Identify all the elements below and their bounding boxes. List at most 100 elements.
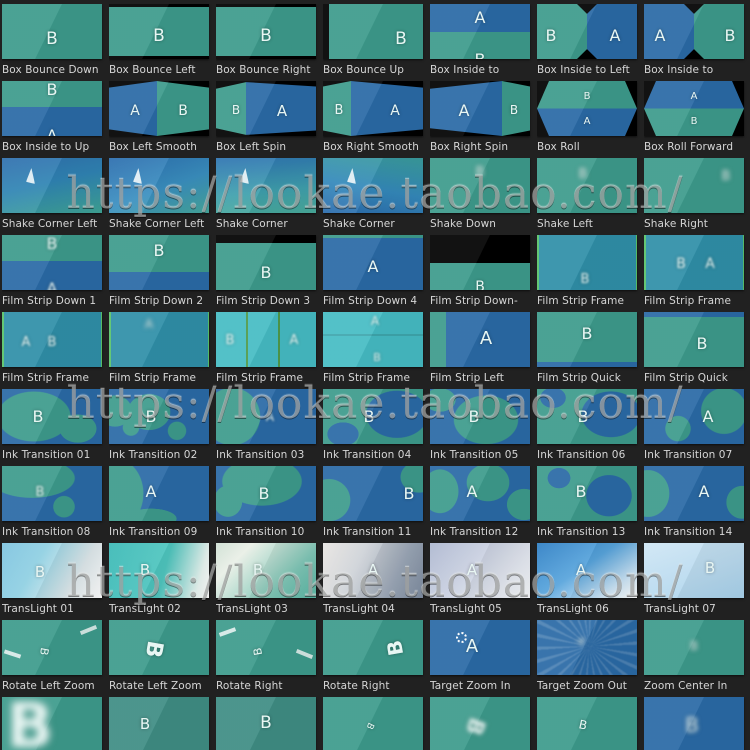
preset-thumbnail[interactable]: A — [644, 466, 744, 521]
preset-thumbnail[interactable]: A — [430, 620, 530, 675]
preset-cell[interactable]: B — [323, 697, 430, 750]
preset-cell[interactable]: B Ink Transition 10 — [216, 466, 323, 538]
preset-cell[interactable]: A Ink Transition 12 — [430, 466, 537, 538]
preset-cell[interactable]: B Ink Transition 11 — [323, 466, 430, 538]
preset-thumbnail[interactable] — [216, 158, 316, 213]
preset-cell[interactable]: B Film Strip Frame — [537, 235, 644, 307]
preset-thumbnail[interactable]: A — [644, 389, 744, 444]
preset-thumbnail[interactable]: B — [537, 389, 637, 444]
preset-cell[interactable]: A Target Zoom Out — [537, 620, 644, 692]
preset-cell[interactable]: B Shake Left — [537, 158, 644, 230]
preset-cell[interactable]: B TransLight 07 — [644, 543, 750, 615]
preset-thumbnail[interactable]: AB — [430, 4, 530, 59]
preset-thumbnail[interactable]: AB — [644, 4, 744, 59]
preset-thumbnail[interactable]: A — [109, 466, 209, 521]
preset-cell[interactable]: Shake Corner Left — [109, 158, 216, 230]
preset-cell[interactable]: ABBox Inside to — [644, 4, 750, 76]
preset-cell[interactable]: B A Box Roll — [537, 81, 644, 153]
preset-thumbnail[interactable]: A — [323, 543, 423, 598]
preset-cell[interactable]: A Film Strip Down 4 — [323, 235, 430, 307]
preset-cell[interactable]: B Shake Right — [644, 158, 750, 230]
preset-thumbnail[interactable]: BA — [323, 81, 423, 136]
preset-thumbnail[interactable]: A — [537, 543, 637, 598]
preset-cell[interactable]: B Box Bounce Down — [2, 4, 109, 76]
preset-thumbnail[interactable]: B — [430, 697, 530, 750]
preset-thumbnail[interactable]: B — [216, 697, 316, 750]
preset-thumbnail[interactable]: B — [2, 389, 102, 444]
preset-cell[interactable]: A TransLight 04 — [323, 543, 430, 615]
preset-cell[interactable]: B TransLight 03 — [216, 543, 323, 615]
preset-thumbnail[interactable]: BA — [537, 81, 637, 136]
preset-thumbnail[interactable]: BA — [644, 235, 744, 290]
preset-thumbnail[interactable]: B — [323, 466, 423, 521]
preset-cell[interactable]: A Ink Transition 14 — [644, 466, 750, 538]
preset-cell[interactable]: B Ink Transition 01 — [2, 389, 109, 461]
preset-thumbnail[interactable]: BA — [216, 81, 316, 136]
preset-cell[interactable]: A B Box Left Smooth — [109, 81, 216, 153]
preset-thumbnail[interactable]: B — [216, 235, 316, 290]
preset-thumbnail[interactable]: B — [430, 235, 530, 290]
preset-cell[interactable]: B Film Strip Quick — [537, 312, 644, 384]
preset-thumbnail[interactable]: B — [216, 466, 316, 521]
preset-cell[interactable]: B — [537, 697, 644, 750]
preset-cell[interactable]: B A Box Left Spin — [216, 81, 323, 153]
preset-thumbnail[interactable]: B — [109, 4, 209, 59]
preset-cell[interactable]: A B Box Right Spin — [430, 81, 537, 153]
preset-cell[interactable]: Shake Corner Left — [2, 158, 109, 230]
preset-thumbnail[interactable]: B — [109, 235, 209, 290]
preset-cell[interactable]: B — [644, 697, 750, 750]
preset-thumbnail[interactable]: B — [323, 697, 423, 750]
preset-cell[interactable]: B Box Bounce Right — [216, 4, 323, 76]
preset-cell[interactable]: B A Film Strip Frame — [644, 235, 750, 307]
preset-cell[interactable]: Shake Corner — [323, 158, 430, 230]
preset-thumbnail[interactable]: B — [537, 158, 637, 213]
preset-thumbnail[interactable]: B — [2, 466, 102, 521]
preset-cell[interactable]: B Film Strip Down 2 — [109, 235, 216, 307]
preset-cell[interactable]: B A Box Inside to Left — [537, 4, 644, 76]
preset-thumbnail[interactable]: B — [323, 620, 423, 675]
preset-cell[interactable]: B — [2, 697, 109, 750]
preset-cell[interactable]: B Ink Transition 05 — [430, 389, 537, 461]
preset-cell[interactable]: A Film Strip Frame — [109, 312, 216, 384]
preset-cell[interactable]: ABBox Inside to — [430, 4, 537, 76]
preset-thumbnail[interactable]: B — [537, 697, 637, 750]
preset-thumbnail[interactable]: BA — [2, 235, 102, 290]
preset-thumbnail[interactable]: B — [537, 312, 637, 367]
preset-thumbnail[interactable]: B — [644, 312, 744, 367]
preset-thumbnail[interactable]: AB — [323, 312, 423, 367]
preset-thumbnail[interactable]: B — [109, 389, 209, 444]
preset-cell[interactable]: B Film Strip Down- — [430, 235, 537, 307]
preset-thumbnail[interactable]: AB — [2, 312, 102, 367]
preset-cell[interactable]: A B Film Strip Frame — [323, 312, 430, 384]
preset-thumbnail[interactable]: BA — [537, 4, 637, 59]
preset-cell[interactable]: B Zoom Center In — [644, 620, 750, 692]
preset-thumbnail[interactable]: AB — [430, 81, 530, 136]
preset-cell[interactable]: B Rotate Right — [323, 620, 430, 692]
preset-cell[interactable]: Shake Corner — [216, 158, 323, 230]
preset-thumbnail[interactable]: B — [323, 389, 423, 444]
preset-cell[interactable]: A Ink Transition 07 — [644, 389, 750, 461]
preset-thumbnail[interactable]: B — [644, 697, 744, 750]
preset-thumbnail[interactable]: B — [2, 543, 102, 598]
preset-thumbnail[interactable] — [323, 158, 423, 213]
preset-thumbnail[interactable]: A — [109, 312, 209, 367]
preset-cell[interactable]: A Ink Transition 03 — [216, 389, 323, 461]
preset-thumbnail[interactable]: A — [430, 543, 530, 598]
preset-thumbnail[interactable]: BA — [2, 81, 102, 136]
preset-cell[interactable]: B TransLight 01 — [2, 543, 109, 615]
preset-thumbnail[interactable]: A — [323, 235, 423, 290]
preset-cell[interactable]: B Rotate Right — [216, 620, 323, 692]
preset-thumbnail[interactable]: B — [109, 620, 209, 675]
preset-cell[interactable]: B Box Bounce Up — [323, 4, 430, 76]
preset-thumbnail[interactable]: AB — [644, 81, 744, 136]
preset-thumbnail[interactable] — [109, 158, 209, 213]
preset-cell[interactable]: B Ink Transition 04 — [323, 389, 430, 461]
preset-cell[interactable]: A Ink Transition 09 — [109, 466, 216, 538]
preset-thumbnail[interactable]: B — [644, 158, 744, 213]
preset-cell[interactable]: B A Box Inside to Up — [2, 81, 109, 153]
preset-thumbnail[interactable] — [2, 158, 102, 213]
preset-cell[interactable]: B Ink Transition 08 — [2, 466, 109, 538]
preset-thumbnail[interactable]: B — [109, 543, 209, 598]
preset-cell[interactable]: A B Film Strip Frame — [2, 312, 109, 384]
preset-thumbnail[interactable]: A — [216, 389, 316, 444]
